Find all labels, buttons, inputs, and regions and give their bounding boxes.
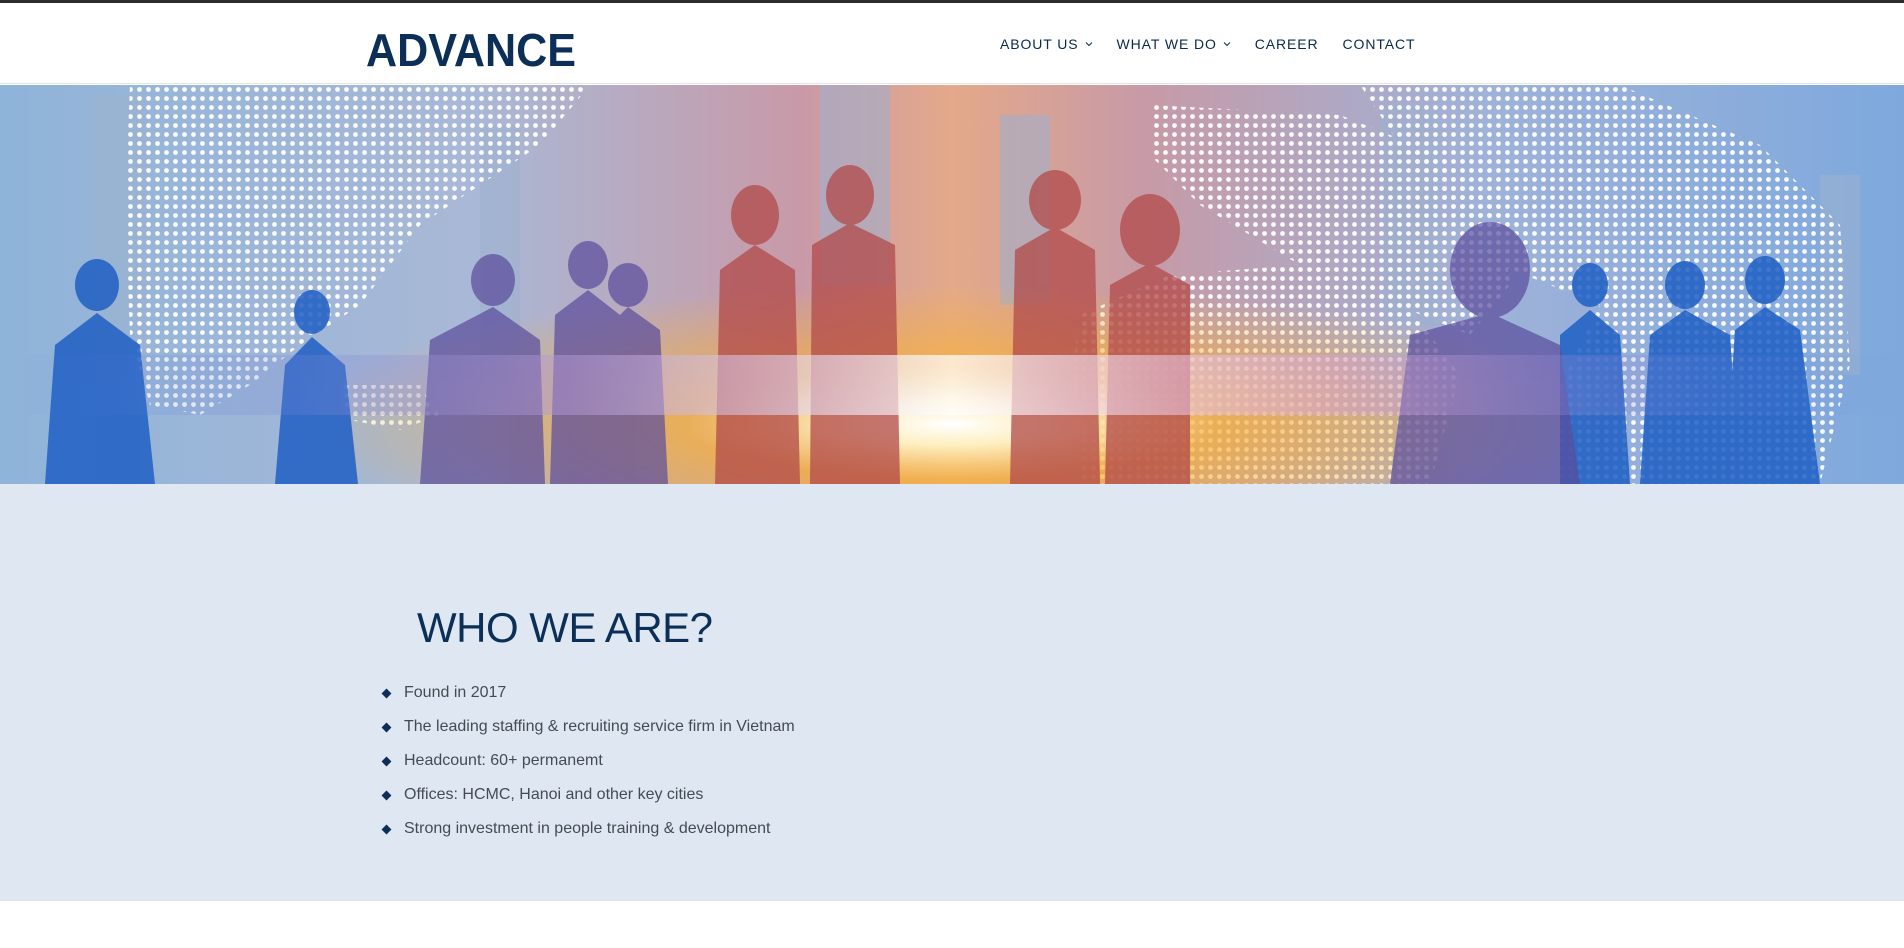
list-item-text: The leading staffing & recruiting servic… xyxy=(404,718,795,735)
list-item-text: Found in 2017 xyxy=(404,684,507,701)
list-item-text: Headcount: 60+ permanemt xyxy=(404,752,603,769)
diamond-bullet-icon xyxy=(381,756,392,766)
list-item-text: Strong investment in people training & d… xyxy=(404,820,771,837)
logo-text: ADVANCE xyxy=(366,26,576,70)
who-we-are-section: WHO WE ARE? Found in 2017 The leading st… xyxy=(0,484,1904,901)
nav-about-us[interactable]: ABOUT US xyxy=(1000,36,1093,52)
nav-contact-label: CONTACT xyxy=(1342,35,1416,52)
hero-image xyxy=(0,85,1904,484)
list-item: The leading staffing & recruiting servic… xyxy=(380,710,795,744)
diamond-bullet-icon xyxy=(381,722,392,732)
nav-what-we-do[interactable]: WHAT WE DO xyxy=(1117,36,1231,52)
list-item: Strong investment in people training & d… xyxy=(380,812,795,846)
diamond-bullet-icon xyxy=(381,790,392,800)
who-we-are-list: Found in 2017 The leading staffing & rec… xyxy=(380,676,795,846)
site-header: ADVANCE ABOUT US WHAT WE DO CAREER CONTA… xyxy=(0,3,1904,84)
advance-logo[interactable]: ADVANCE xyxy=(366,26,578,70)
nav-about-us-label: ABOUT US xyxy=(1000,35,1079,52)
chevron-down-icon xyxy=(1223,41,1231,46)
who-we-are-title: WHO WE ARE? xyxy=(417,604,713,651)
list-item-text: Offices: HCMC, Hanoi and other key citie… xyxy=(404,786,704,803)
nav-career-label: CAREER xyxy=(1254,35,1319,52)
chevron-down-icon xyxy=(1085,41,1092,46)
diamond-bullet-icon xyxy=(381,688,392,698)
list-item: Found in 2017 xyxy=(380,676,795,710)
hero-banner xyxy=(0,85,1904,484)
nav-what-we-do-label: WHAT WE DO xyxy=(1116,35,1217,52)
list-item: Headcount: 60+ permanemt xyxy=(380,744,795,778)
nav-career[interactable]: CAREER xyxy=(1255,36,1319,52)
diamond-bullet-icon xyxy=(381,824,392,834)
page-footer-area xyxy=(0,901,1904,948)
main-navigation: ABOUT US WHAT WE DO CAREER CONTACT xyxy=(1000,3,1439,84)
list-item: Offices: HCMC, Hanoi and other key citie… xyxy=(380,778,795,812)
nav-contact[interactable]: CONTACT xyxy=(1343,36,1416,52)
